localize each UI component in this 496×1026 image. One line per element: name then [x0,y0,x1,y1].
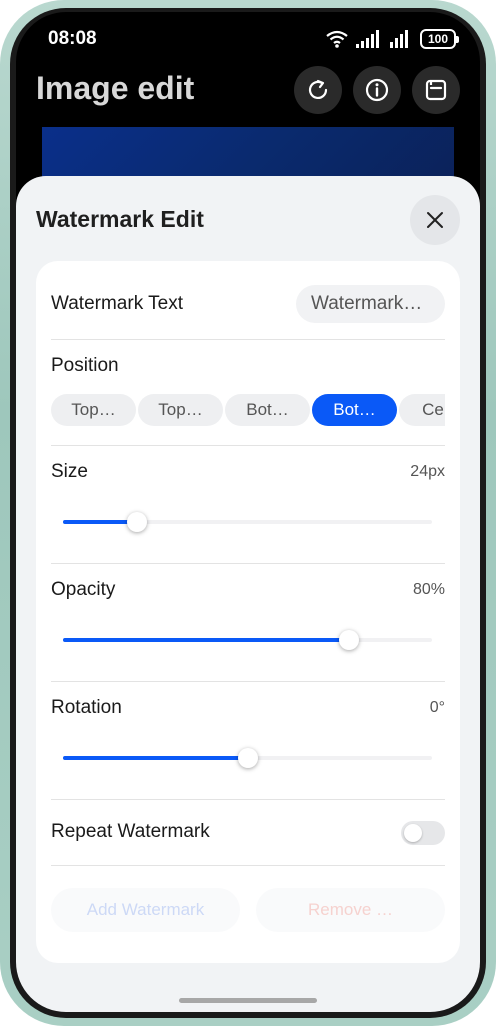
divider [51,865,445,866]
slider-fill [63,638,349,642]
size-slider[interactable] [63,510,432,534]
watermark-text-input[interactable]: Watermark… [296,285,445,323]
divider [51,339,445,340]
status-icons: 100 [326,28,459,50]
watermark-text-label: Watermark Text [51,293,183,314]
wifi-icon [326,30,348,48]
divider [51,563,445,564]
header-actions [294,66,460,114]
screen: 08:08 100 Image edit Watermark Edit Wate… [16,12,480,1012]
divider [51,799,445,800]
toggle-knob [404,824,422,842]
size-label: Size [51,461,88,482]
slider-thumb[interactable] [338,630,359,650]
cellular-signal-2-icon [390,30,408,48]
slider-thumb[interactable] [126,512,147,532]
divider [51,681,445,682]
settings-card: Watermark Text Watermark… Position Top… … [36,261,460,963]
rotation-value: 0° [429,699,445,716]
position-options: Top… Top… Bot… Bot… Ce… [51,394,445,428]
divider [51,445,445,446]
cellular-signal-icon [356,30,379,48]
repeat-watermark-label: Repeat Watermark [51,821,210,842]
info-icon [365,78,389,102]
slider-thumb[interactable] [237,748,258,768]
page-title: Image edit [36,70,195,106]
slider-fill [63,520,137,524]
position-option-4[interactable]: Bot… [312,394,397,426]
battery-icon: 100 [420,29,459,49]
refresh-button[interactable] [294,66,342,114]
close-button[interactable] [410,195,460,245]
save-button[interactable] [412,66,460,114]
refresh-icon [308,79,328,99]
position-option-2[interactable]: Top… [138,394,223,426]
opacity-value: 80% [412,581,445,598]
remove-watermark-button[interactable]: Remove … [256,888,445,932]
watermark-edit-sheet: Watermark Edit Watermark Text Watermark…… [16,176,480,1012]
sheet-title: Watermark Edit [36,206,204,232]
rotation-slider[interactable] [63,746,432,770]
opacity-slider[interactable] [63,628,432,652]
position-option-5[interactable]: Ce… [399,394,445,426]
opacity-label: Opacity [51,579,116,600]
status-time: 08:08 [48,28,97,49]
info-button[interactable] [353,66,401,114]
status-bar: 08:08 100 [16,12,480,66]
rotation-label: Rotation [51,697,122,718]
add-watermark-button[interactable]: Add Watermark [51,888,240,932]
position-option-1[interactable]: Top… [51,394,136,426]
position-label: Position [51,355,119,376]
slider-fill [63,756,248,760]
size-value: 24px [410,463,445,480]
repeat-watermark-toggle[interactable] [401,821,445,845]
home-indicator[interactable] [179,998,317,1003]
position-option-3[interactable]: Bot… [225,394,310,426]
save-icon [425,79,447,101]
close-icon [427,212,443,228]
